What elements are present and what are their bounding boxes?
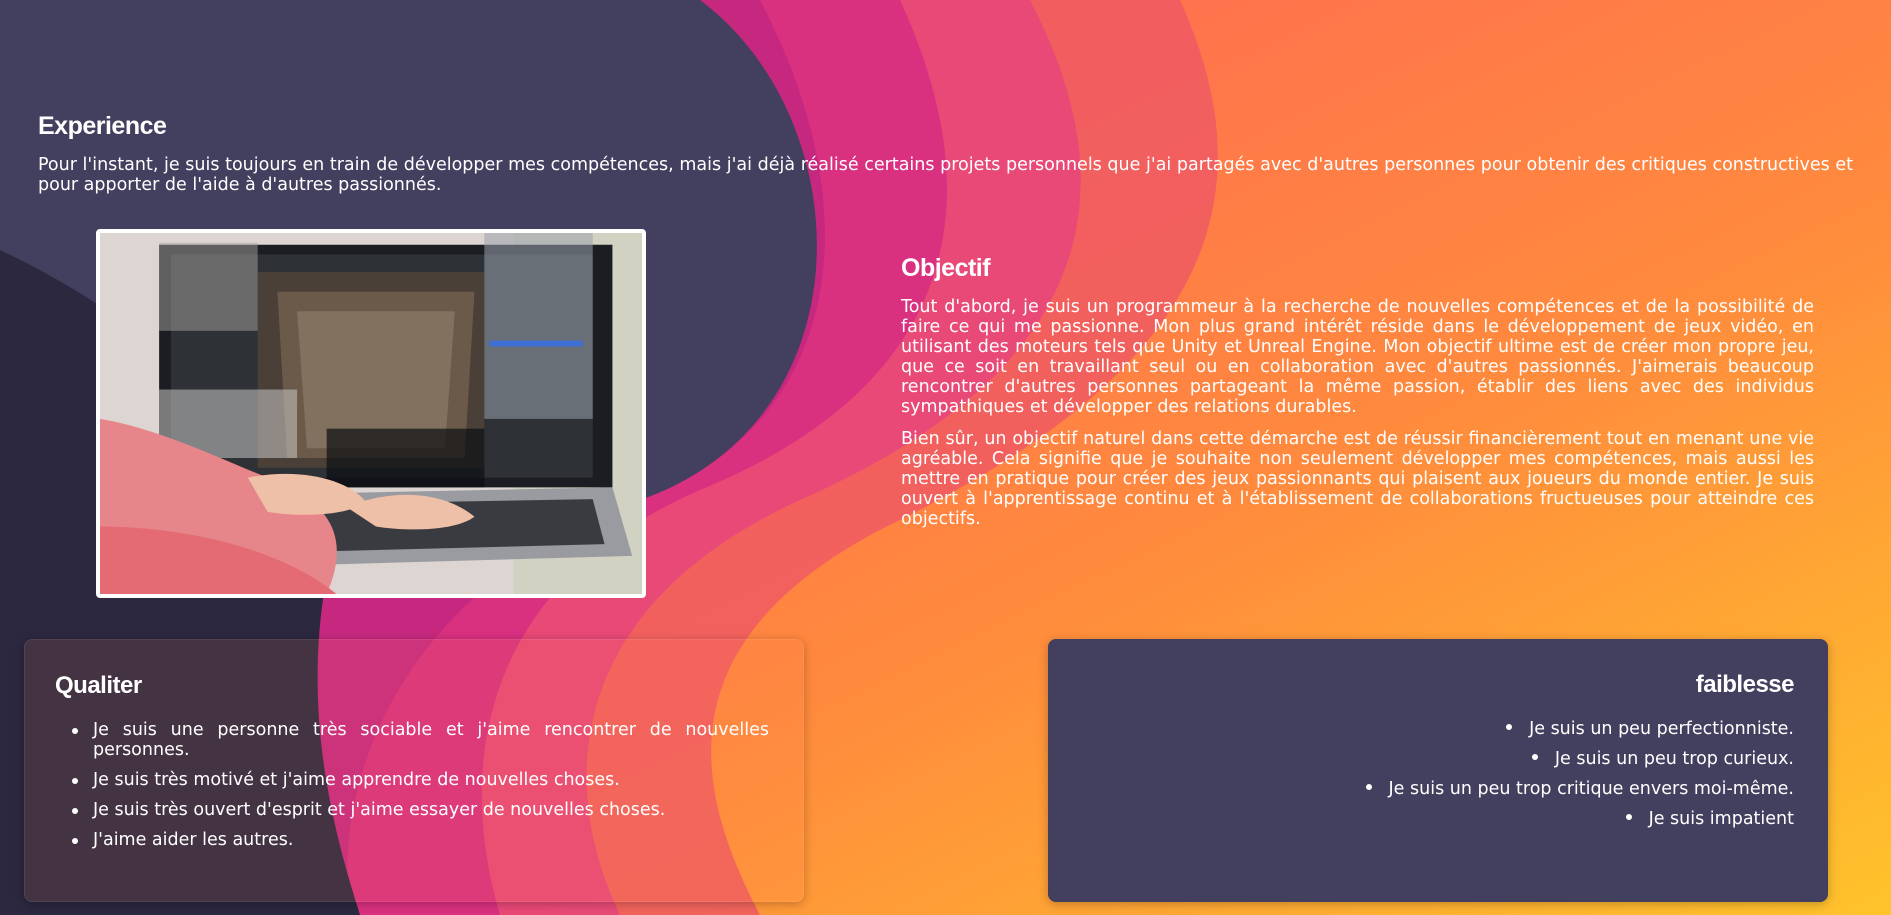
qualiter-list: Je suis une personne très sociable et j'… [55, 720, 769, 850]
faiblesse-card: faiblesse Je suis un peu perfectionniste… [1048, 639, 1828, 902]
faiblesse-item: Je suis un peu perfectionniste. [1078, 719, 1794, 739]
objectif-section: Objectif Tout d'abord, je suis un progra… [901, 254, 1814, 529]
faiblesse-item-text: Je suis un peu trop curieux. [1554, 749, 1794, 769]
laptop-photo-illustration [100, 233, 642, 594]
faiblesse-item-text: Je suis un peu trop critique envers moi-… [1388, 779, 1794, 799]
qualiter-item: Je suis très ouvert d'esprit et j'aime e… [72, 800, 769, 820]
faiblesse-title: faiblesse [1695, 671, 1795, 698]
experience-title: Experience [38, 112, 167, 140]
objectif-paragraph-2: Bien sûr, un objectif naturel dans cette… [901, 429, 1814, 529]
bullet-icon [1365, 784, 1372, 790]
faiblesse-list: Je suis un peu perfectionniste. Je suis … [1078, 719, 1794, 829]
faiblesse-item-text: Je suis un peu perfectionniste. [1529, 719, 1794, 739]
faiblesse-item: Je suis un peu trop curieux. [1078, 749, 1794, 769]
qualiter-item: J'aime aider les autres. [72, 830, 769, 850]
qualiter-title: Qualiter [55, 672, 142, 699]
experience-text: Pour l'instant, je suis toujours en trai… [38, 155, 1853, 195]
bullet-icon [1506, 724, 1513, 730]
laptop-coding-photo [96, 229, 646, 598]
qualiter-card: Qualiter Je suis une personne très socia… [24, 639, 804, 902]
objectif-paragraph-1: Tout d'abord, je suis un programmeur à l… [901, 297, 1814, 417]
experience-section: Experience Pour l'instant, je suis toujo… [38, 112, 1853, 195]
objectif-title: Objectif [901, 254, 991, 282]
faiblesse-item: Je suis un peu trop critique envers moi-… [1078, 779, 1794, 799]
bullet-icon [1531, 754, 1538, 760]
qualiter-item: Je suis une personne très sociable et j'… [72, 720, 769, 760]
faiblesse-item-text: Je suis impatient [1648, 809, 1794, 829]
qualiter-item: Je suis très motivé et j'aime apprendre … [72, 770, 769, 790]
faiblesse-item: Je suis impatient [1078, 809, 1794, 829]
bullet-icon [1625, 814, 1632, 820]
